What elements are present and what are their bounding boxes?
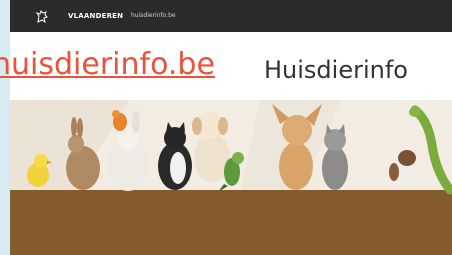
breadcrumb-site-link[interactable]: huisdierinfo.be	[131, 12, 176, 19]
pets-banner-image	[10, 100, 452, 255]
left-edge-strip	[0, 0, 10, 255]
site-url-link[interactable]: huisdierinfo.be	[0, 47, 215, 82]
tabby-kitten	[322, 124, 348, 190]
brown-band	[10, 190, 452, 255]
top-bar: VLAANDEREN huisdierinfo.be	[10, 0, 452, 32]
flemish-lion-icon[interactable]	[35, 9, 49, 24]
government-name-link[interactable]: VLAANDEREN	[68, 12, 123, 20]
site-title: Huisdierinfo	[264, 56, 408, 84]
